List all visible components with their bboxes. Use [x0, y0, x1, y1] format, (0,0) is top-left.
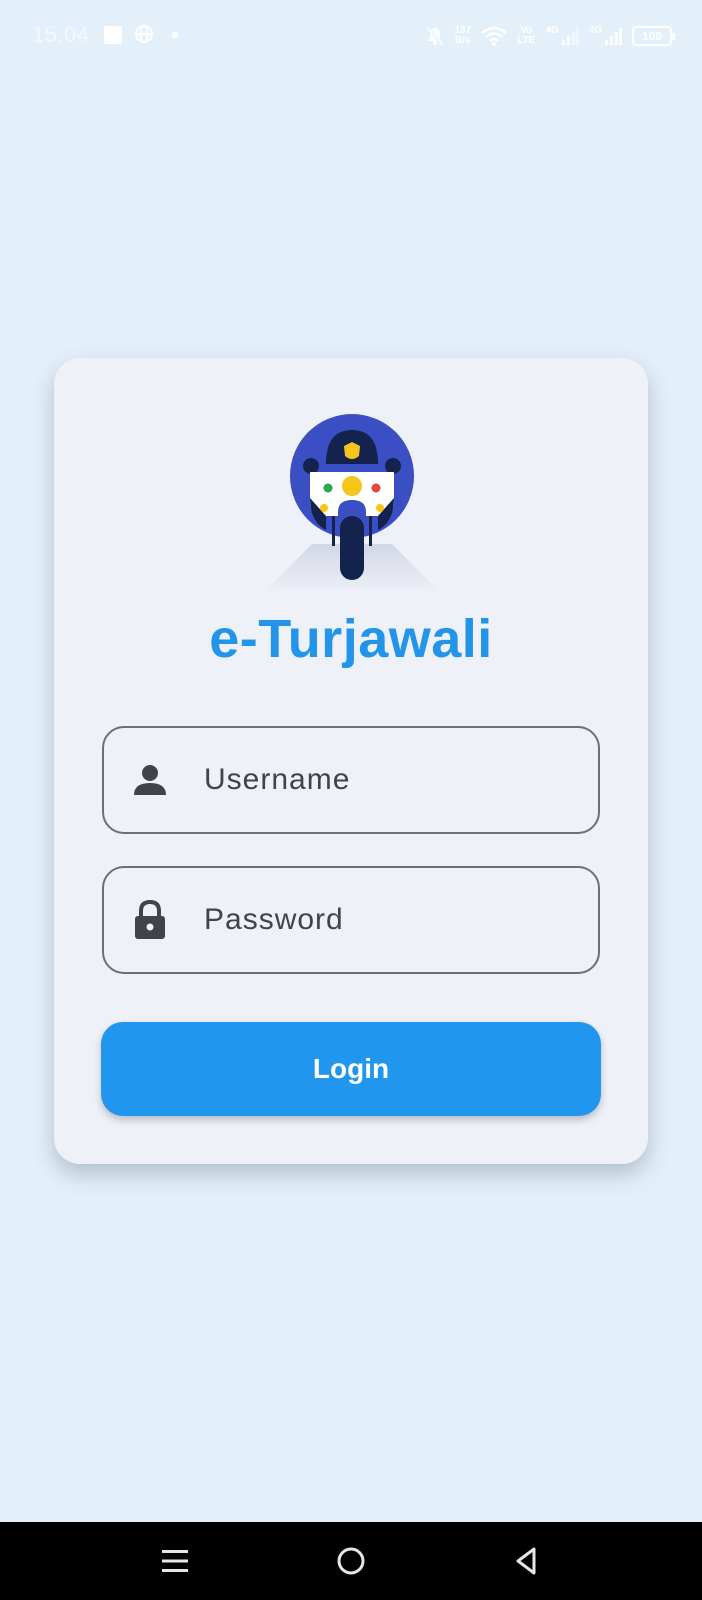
login-button[interactable]: Login [101, 1022, 601, 1116]
home-circle-icon[interactable] [328, 1538, 374, 1584]
volte-label: Vo LTE [517, 25, 536, 46]
login-card: e-Turjawali Login [54, 358, 648, 1164]
signal-icon [561, 28, 579, 45]
username-input[interactable] [204, 728, 574, 832]
signal-icon [605, 28, 622, 45]
username-field[interactable] [102, 726, 600, 834]
battery-icon: 100 [632, 26, 675, 46]
signal-sim2: 4G [589, 26, 622, 46]
police-motorcycle-logo [267, 414, 437, 590]
status-time: 15.04 [32, 22, 90, 47]
back-triangle-icon[interactable] [504, 1538, 550, 1584]
dot-icon [172, 32, 178, 38]
signal-sim1: 4G [545, 26, 579, 46]
net-speed: 137 B/s [454, 25, 472, 46]
stop-square-icon [104, 26, 122, 44]
wifi-icon [481, 26, 507, 46]
status-bar: 15.04 137 B/s Vo LTE 4G 4G 100 [0, 0, 702, 72]
globe-icon [135, 25, 153, 43]
bell-off-icon [426, 26, 445, 46]
navigation-bar [0, 1522, 702, 1600]
person-icon [132, 760, 168, 800]
password-field[interactable] [102, 866, 600, 974]
app-title: e-Turjawali [209, 609, 493, 669]
status-right-group: 137 B/s Vo LTE 4G 4G 100 [426, 20, 675, 52]
password-input[interactable] [204, 868, 574, 972]
menu-icon[interactable] [152, 1538, 198, 1584]
lock-icon [132, 900, 168, 940]
